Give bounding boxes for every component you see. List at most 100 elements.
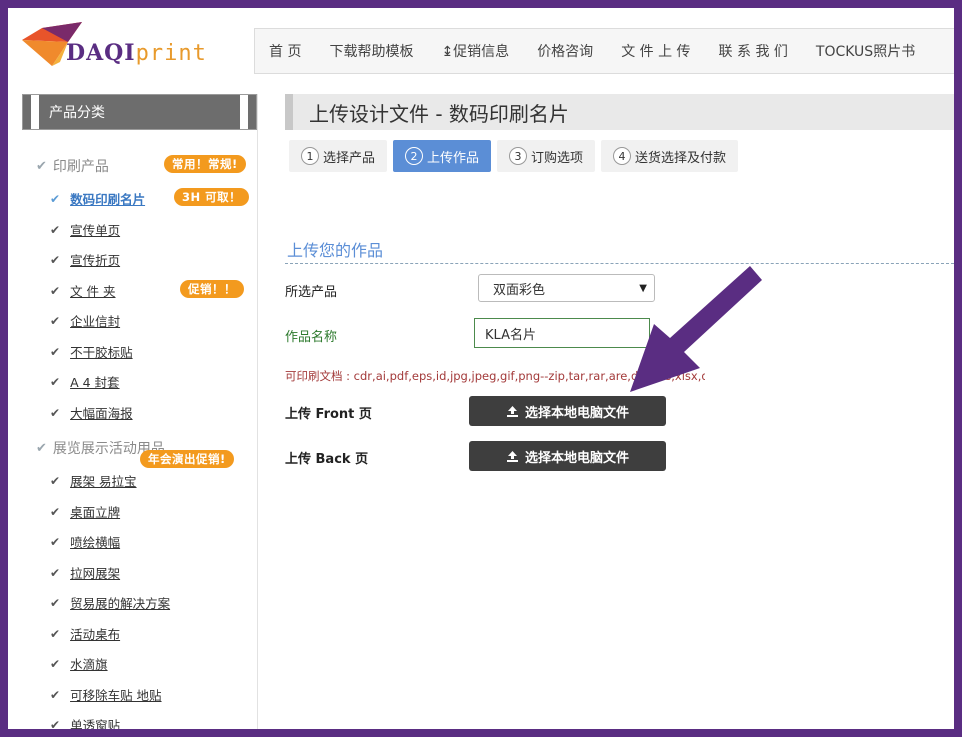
nav-contact-us[interactable]: 联 系 我 们 bbox=[705, 41, 802, 61]
check-icon: ✔ bbox=[50, 222, 61, 237]
sidebar-item-label: 大幅面海报 bbox=[70, 406, 133, 421]
check-icon: ✔ bbox=[36, 440, 47, 456]
sidebar: 产品分类 ✔ 印刷产品 常用！常规! ✔ 数码印刷名片 3H 可取！ ✔ 宣传单… bbox=[22, 94, 258, 729]
check-icon: ✔ bbox=[50, 534, 61, 549]
nav-file-upload[interactable]: 文 件 上 传 bbox=[607, 41, 704, 61]
nav-tockus-photobook[interactable]: TOCKUS照片书 bbox=[802, 41, 929, 61]
check-icon: ✔ bbox=[50, 504, 61, 519]
nav-download-templates[interactable]: 下载帮助模板 bbox=[315, 41, 427, 61]
check-icon: ✔ bbox=[50, 252, 61, 267]
page-title: 上传设计文件 - 数码印刷名片 bbox=[285, 94, 954, 130]
sidebar-title: 产品分类 bbox=[23, 95, 256, 129]
check-icon: ✔ bbox=[50, 191, 61, 206]
work-name-label: 作品名称 bbox=[285, 330, 338, 345]
upload-back-label: 上传 Back 页 bbox=[285, 452, 369, 467]
upload-front-label: 上传 Front 页 bbox=[285, 407, 372, 422]
work-name-input[interactable] bbox=[474, 318, 650, 348]
step-label: 上传作品 bbox=[427, 150, 480, 166]
sidebar-item-window-film[interactable]: ✔ 单透窗贴 bbox=[50, 715, 121, 730]
upload-icon bbox=[506, 405, 519, 418]
sidebar-item-stickers[interactable]: ✔ 不干胶标贴 bbox=[50, 342, 133, 361]
check-icon: ✔ bbox=[50, 313, 61, 328]
step-number: 1 bbox=[301, 147, 319, 165]
product-select-value: 双面彩色 bbox=[493, 282, 546, 298]
sidebar-item-digital-business-cards[interactable]: ✔ 数码印刷名片 bbox=[50, 189, 145, 208]
caret-down-icon: ▼ bbox=[639, 283, 647, 294]
top-nav: 首 页 下载帮助模板 ↨促销信息 价格咨询 文 件 上 传 联 系 我 们 TO… bbox=[254, 28, 954, 74]
accepted-formats-text: 可印刷文档 : cdr,ai,pdf,eps,id,jpg,jpeg,gif,p… bbox=[285, 369, 705, 383]
check-icon: ✔ bbox=[50, 283, 61, 298]
step-delivery-payment[interactable]: 4 送货选择及付款 bbox=[601, 140, 739, 172]
product-select[interactable]: 双面彩色 ▼ bbox=[478, 274, 655, 302]
sidebar-item-envelopes[interactable]: ✔ 企业信封 bbox=[50, 311, 120, 330]
upload-button-label: 选择本地电脑文件 bbox=[524, 405, 629, 421]
step-number: 3 bbox=[509, 147, 528, 165]
sidebar-item-posters[interactable]: ✔ 大幅面海报 bbox=[50, 403, 133, 422]
step-select-product[interactable]: 1 选择产品 bbox=[289, 140, 388, 172]
step-number: 4 bbox=[613, 147, 632, 165]
sidebar-item-flyers[interactable]: ✔ 宣传单页 bbox=[50, 220, 120, 239]
sidebar-item-label: 拉网展架 bbox=[70, 566, 121, 581]
check-icon: ✔ bbox=[36, 158, 47, 174]
sidebar-item-label: 宣传单页 bbox=[70, 223, 121, 238]
badge-3h: 3H 可取！ bbox=[174, 188, 250, 206]
sidebar-category-print[interactable]: ✔ 印刷产品 bbox=[36, 156, 109, 176]
check-icon: ✔ bbox=[50, 374, 61, 389]
sidebar-item-teardrop-flag[interactable]: ✔ 水滴旗 bbox=[50, 654, 108, 673]
daqiprint-logo[interactable]: DAQIprint bbox=[22, 22, 212, 74]
sidebar-item-label: 喷绘横幅 bbox=[70, 535, 121, 550]
check-icon: ✔ bbox=[50, 405, 61, 420]
sidebar-header: 产品分类 bbox=[22, 94, 257, 130]
upload-front-button[interactable]: 选择本地电脑文件 bbox=[469, 396, 666, 426]
sidebar-item-table-stand[interactable]: ✔ 桌面立牌 bbox=[50, 502, 120, 521]
logo-daqi-text: DAQI bbox=[66, 40, 136, 66]
step-label: 订购选项 bbox=[531, 150, 584, 166]
badge-annual-promo: 年会演出促销! bbox=[140, 450, 234, 468]
sidebar-item-popup-display[interactable]: ✔ 拉网展架 bbox=[50, 563, 120, 582]
nav-promotions[interactable]: ↨促销信息 bbox=[427, 41, 523, 61]
sidebar-item-label: 文 件 夹 bbox=[70, 284, 116, 299]
sidebar-item-label: 单透窗贴 bbox=[70, 718, 121, 729]
badge-promo: 促销！！ bbox=[180, 280, 244, 298]
sidebar-item-folders[interactable]: ✔ 文 件 夹 bbox=[50, 281, 116, 300]
sidebar-item-label: A 4 封套 bbox=[70, 375, 120, 390]
sidebar-item-a4-envelope[interactable]: ✔ A 4 封套 bbox=[50, 372, 120, 391]
sidebar-item-label: 贸易展的解决方案 bbox=[70, 596, 171, 611]
sidebar-item-label: 企业信封 bbox=[70, 314, 121, 329]
sidebar-item-label: 水滴旗 bbox=[70, 657, 108, 672]
sidebar-item-tablecloth[interactable]: ✔ 活动桌布 bbox=[50, 624, 120, 643]
step-order-options[interactable]: 3 订购选项 bbox=[497, 140, 596, 172]
step-label: 选择产品 bbox=[323, 150, 376, 166]
section-title: 上传您的作品 bbox=[285, 234, 954, 264]
sidebar-item-removable-decals[interactable]: ✔ 可移除车贴 地贴 bbox=[50, 685, 162, 704]
check-icon: ✔ bbox=[50, 717, 61, 730]
check-icon: ✔ bbox=[50, 595, 61, 610]
nav-price-inquiry[interactable]: 价格咨询 bbox=[523, 41, 607, 61]
logo-print-text: print bbox=[135, 41, 207, 66]
step-number: 2 bbox=[405, 147, 424, 165]
sidebar-item-label: 不干胶标贴 bbox=[70, 345, 133, 360]
sidebar-item-label: 可移除车贴 地贴 bbox=[70, 688, 162, 703]
upload-button-label: 选择本地电脑文件 bbox=[524, 450, 629, 466]
badge-common: 常用！常规! bbox=[164, 155, 246, 173]
sidebar-item-label: 数码印刷名片 bbox=[70, 192, 146, 207]
sidebar-item-trade-show-solutions[interactable]: ✔ 贸易展的解决方案 bbox=[50, 593, 170, 612]
upload-back-button[interactable]: 选择本地电脑文件 bbox=[469, 441, 666, 471]
sidebar-item-label: 桌面立牌 bbox=[70, 505, 121, 520]
page-frame: DAQIprint 首 页 下载帮助模板 ↨促销信息 价格咨询 文 件 上 传 … bbox=[8, 8, 954, 729]
nav-home[interactable]: 首 页 bbox=[255, 41, 315, 61]
step-upload-work[interactable]: 2 上传作品 bbox=[393, 140, 492, 172]
step-tabs: 1 选择产品 2 上传作品 3 订购选项 4 送货选择及付款 bbox=[289, 140, 744, 172]
logo-text: DAQIprint bbox=[66, 40, 207, 66]
sidebar-item-label: 展架 易拉宝 bbox=[70, 474, 137, 489]
check-icon: ✔ bbox=[50, 687, 61, 702]
sidebar-item-rollup-stand[interactable]: ✔ 展架 易拉宝 bbox=[50, 471, 137, 490]
sidebar-item-label: 宣传折页 bbox=[70, 253, 121, 268]
upload-icon bbox=[506, 450, 519, 463]
sidebar-item-brochures[interactable]: ✔ 宣传折页 bbox=[50, 250, 120, 269]
category-label: 印刷产品 bbox=[52, 159, 109, 175]
check-icon: ✔ bbox=[50, 656, 61, 671]
sidebar-item-banners[interactable]: ✔ 喷绘横幅 bbox=[50, 532, 120, 551]
selected-product-label: 所选产品 bbox=[285, 285, 338, 300]
check-icon: ✔ bbox=[50, 565, 61, 580]
